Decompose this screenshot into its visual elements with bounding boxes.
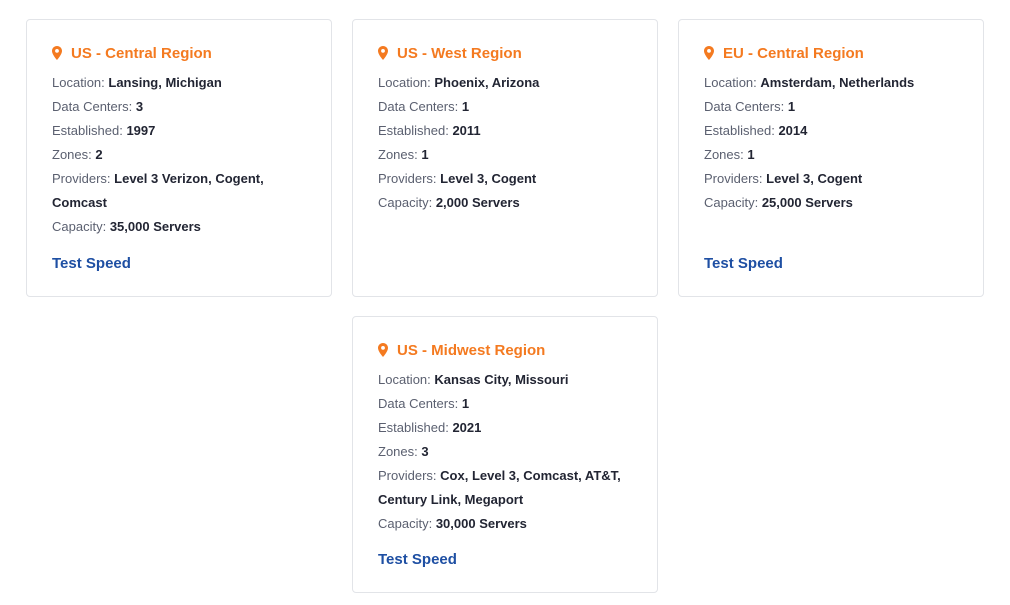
- established-row: Established: 2011: [378, 119, 637, 143]
- location-label: Location:: [52, 75, 105, 90]
- region-card-us-west: US - West Region Location: Phoenix, Ariz…: [352, 19, 658, 297]
- location-label: Location:: [378, 75, 431, 90]
- data-centers-row: Data Centers: 1: [704, 95, 963, 119]
- location-row: Location: Lansing, Michigan: [52, 71, 311, 95]
- zones-label: Zones:: [704, 147, 744, 162]
- data-centers-label: Data Centers:: [378, 396, 459, 411]
- data-centers-row: Data Centers: 3: [52, 95, 311, 119]
- data-centers-value: 1: [461, 396, 470, 411]
- providers-value: Level 3, Cogent: [440, 171, 537, 186]
- location-pin-icon: [378, 343, 388, 357]
- region-title-text: US - Central Region: [71, 44, 212, 62]
- location-value: Lansing, Michigan: [108, 75, 222, 90]
- providers-row: Providers: Level 3 Verizon, Cogent, Comc…: [52, 167, 311, 215]
- region-title: US - Midwest Region: [378, 339, 545, 361]
- region-details: Location: Kansas City, Missouri Data Cen…: [378, 368, 637, 536]
- established-label: Established:: [378, 123, 449, 138]
- location-value: Amsterdam, Netherlands: [760, 75, 915, 90]
- location-row: Location: Phoenix, Arizona: [378, 71, 637, 95]
- providers-label: Providers:: [378, 171, 437, 186]
- location-value: Phoenix, Arizona: [434, 75, 540, 90]
- location-pin-icon: [378, 46, 388, 60]
- providers-row: Providers: Level 3, Cogent: [378, 167, 637, 191]
- established-row: Established: 1997: [52, 119, 311, 143]
- region-card-eu-central: EU - Central Region Location: Amsterdam,…: [678, 19, 984, 297]
- zones-label: Zones:: [378, 444, 418, 459]
- established-value: 2011: [452, 123, 481, 138]
- data-centers-label: Data Centers:: [704, 99, 785, 114]
- established-label: Established:: [52, 123, 123, 138]
- providers-row: Providers: Cox, Level 3, Comcast, AT&T, …: [378, 464, 637, 512]
- zones-row: Zones: 3: [378, 440, 637, 464]
- providers-row: Providers: Level 3, Cogent: [704, 167, 963, 191]
- capacity-label: Capacity:: [378, 516, 433, 531]
- established-label: Established:: [704, 123, 775, 138]
- established-value: 2014: [778, 123, 808, 138]
- providers-label: Providers:: [704, 171, 763, 186]
- region-card-us-midwest: US - Midwest Region Location: Kansas Cit…: [352, 316, 658, 593]
- zones-value: 3: [421, 444, 429, 459]
- providers-label: Providers:: [378, 468, 437, 483]
- capacity-row: Capacity: 30,000 Servers: [378, 512, 637, 536]
- established-label: Established:: [378, 420, 449, 435]
- test-speed-link[interactable]: Test Speed: [52, 255, 131, 272]
- region-title-text: EU - Central Region: [723, 44, 864, 62]
- capacity-row: Capacity: 25,000 Servers: [704, 191, 963, 215]
- zones-label: Zones:: [52, 147, 92, 162]
- data-centers-row: Data Centers: 1: [378, 392, 637, 416]
- region-details: Location: Lansing, Michigan Data Centers…: [52, 71, 311, 239]
- zones-row: Zones: 1: [378, 143, 637, 167]
- capacity-value: 2,000 Servers: [435, 195, 520, 210]
- location-pin-icon: [52, 46, 62, 60]
- region-card-us-central: US - Central Region Location: Lansing, M…: [26, 19, 332, 297]
- test-speed-link[interactable]: Test Speed: [704, 255, 783, 272]
- capacity-row: Capacity: 2,000 Servers: [378, 191, 637, 215]
- region-title-text: US - West Region: [397, 44, 522, 62]
- region-title: EU - Central Region: [704, 42, 864, 64]
- providers-value: Level 3, Cogent: [766, 171, 863, 186]
- zones-label: Zones:: [378, 147, 418, 162]
- region-details: Location: Phoenix, Arizona Data Centers:…: [378, 71, 637, 215]
- zones-value: 2: [95, 147, 103, 162]
- location-row: Location: Kansas City, Missouri: [378, 368, 637, 392]
- region-title: US - West Region: [378, 42, 522, 64]
- zones-row: Zones: 1: [704, 143, 963, 167]
- established-row: Established: 2014: [704, 119, 963, 143]
- zones-value: 1: [421, 147, 429, 162]
- data-centers-value: 1: [461, 99, 470, 114]
- established-value: 2021: [452, 420, 482, 435]
- established-value: 1997: [126, 123, 156, 138]
- test-speed-link[interactable]: Test Speed: [378, 551, 457, 568]
- data-centers-value: 1: [787, 99, 796, 114]
- capacity-label: Capacity:: [704, 195, 759, 210]
- providers-label: Providers:: [52, 171, 111, 186]
- data-centers-row: Data Centers: 1: [378, 95, 637, 119]
- location-row: Location: Amsterdam, Netherlands: [704, 71, 963, 95]
- data-centers-value: 3: [135, 99, 144, 114]
- region-title-text: US - Midwest Region: [397, 341, 546, 359]
- region-title: US - Central Region: [52, 42, 212, 64]
- location-label: Location:: [378, 372, 431, 387]
- zones-row: Zones: 2: [52, 143, 311, 167]
- location-pin-icon: [704, 46, 714, 60]
- data-centers-label: Data Centers:: [378, 99, 459, 114]
- capacity-value: 30,000 Servers: [435, 516, 527, 531]
- capacity-label: Capacity:: [52, 219, 107, 234]
- capacity-value: 25,000 Servers: [761, 195, 853, 210]
- capacity-value: 35,000 Servers: [109, 219, 201, 234]
- location-label: Location:: [704, 75, 757, 90]
- data-centers-label: Data Centers:: [52, 99, 133, 114]
- location-value: Kansas City, Missouri: [434, 372, 569, 387]
- zones-value: 1: [747, 147, 755, 162]
- capacity-row: Capacity: 35,000 Servers: [52, 215, 311, 239]
- capacity-label: Capacity:: [378, 195, 433, 210]
- region-details: Location: Amsterdam, Netherlands Data Ce…: [704, 71, 963, 215]
- established-row: Established: 2021: [378, 416, 637, 440]
